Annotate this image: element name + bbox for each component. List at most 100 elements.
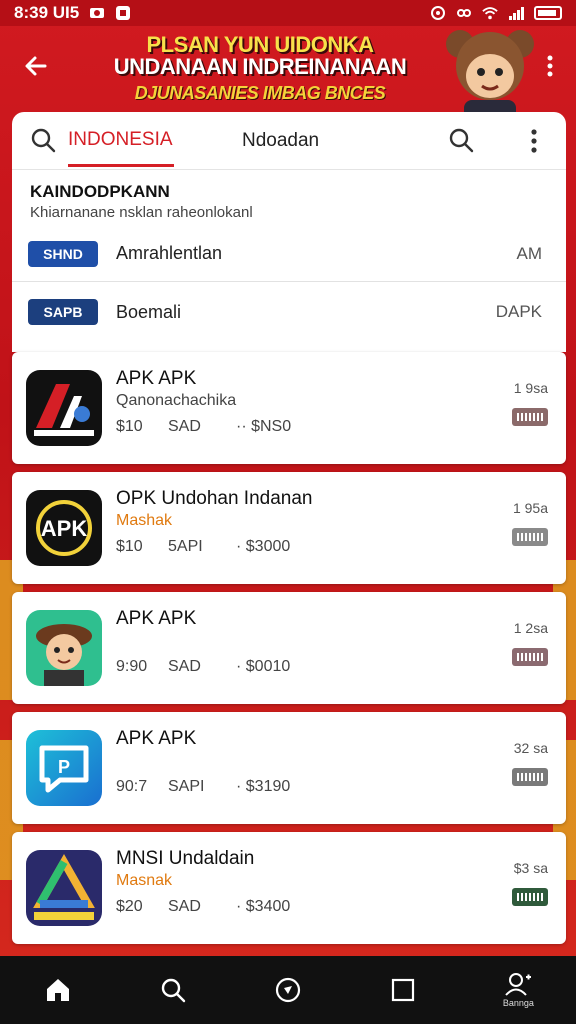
app-card[interactable]: P APK APK 90:7 SAPI · $3190 32 sa — [12, 712, 566, 824]
search-icon[interactable] — [448, 127, 474, 158]
app-title: APK APK — [116, 608, 197, 629]
app-meta: $20 SAD · $3400 — [116, 898, 290, 916]
app-meta: $10 SAD ·· $NS0 — [116, 418, 291, 436]
drive-logo-icon — [26, 850, 102, 926]
category-code: DAPK — [495, 302, 542, 321]
app-title: MNSI Undaldain — [116, 848, 255, 869]
app-price: $10 — [116, 418, 143, 435]
app-size: · $0010 — [236, 658, 291, 675]
chat-bubble-icon: P — [26, 730, 102, 806]
app-subtitle: Masnak — [116, 872, 173, 889]
banner-line-3: DJUNASANIES IMBAG BNCES — [134, 83, 386, 103]
app-type: SAD — [168, 418, 201, 435]
app-size: · $3190 — [236, 778, 291, 795]
app-type: SAPI — [168, 778, 205, 795]
nav-recents[interactable] — [373, 960, 433, 1020]
app-card[interactable]: APK APK 9:90 SAD · $0010 1 2sa — [12, 592, 566, 704]
home-icon — [46, 979, 69, 1001]
app-version: 1 95a — [512, 500, 548, 516]
barcode-icon — [517, 413, 543, 421]
square-icon — [392, 978, 415, 1002]
alarm-icon — [430, 5, 446, 21]
category-name: Boemali — [116, 301, 182, 322]
nav-search[interactable] — [143, 960, 203, 1020]
section-subtitle: Khiarnanane nsklan raheonlokanl — [30, 204, 253, 221]
app-price: $10 — [116, 538, 143, 555]
app-version: 1 9sa — [513, 380, 548, 396]
tab-ndoadan[interactable]: Ndoadan — [242, 130, 319, 152]
signal-icon — [508, 5, 524, 21]
bottom-navigation: Bannga — [0, 956, 576, 1024]
search-icon[interactable] — [30, 127, 56, 158]
barcode-icon — [517, 893, 543, 901]
app-card[interactable]: APK APK Qanonachachika $10 SAD ·· $NS0 1… — [12, 352, 566, 464]
app-version: $3 sa — [513, 860, 548, 876]
category-row[interactable]: SAPB Boemali DAPK — [12, 284, 566, 340]
nav-home[interactable] — [28, 960, 88, 1020]
download-tag[interactable] — [512, 528, 548, 546]
nav-location[interactable] — [258, 960, 318, 1020]
banner-line-2: UNDANAAN INDREINANAAN — [113, 54, 407, 79]
app-meta: 90:7 SAPI · $3190 — [116, 778, 290, 796]
app-price: $20 — [116, 898, 143, 915]
mascot-icon — [446, 30, 534, 122]
app-icon — [115, 5, 131, 21]
download-tag[interactable] — [512, 408, 548, 426]
nav-profile[interactable]: Bannga — [488, 960, 548, 1020]
app-title: APK APK — [116, 728, 197, 749]
svg-text:APK: APK — [41, 516, 88, 541]
category-badge: SHND — [28, 240, 98, 267]
profile-icon — [505, 973, 532, 996]
back-button[interactable] — [18, 48, 54, 84]
barcode-icon — [517, 533, 543, 541]
battery-icon — [534, 6, 562, 20]
robot-logo-icon — [26, 370, 102, 446]
app-size: · $3400 — [236, 898, 291, 915]
mascot-icon — [26, 610, 102, 686]
app-title: APK APK — [116, 368, 197, 389]
link-icon — [456, 5, 472, 21]
barcode-icon — [517, 773, 543, 781]
app-type: 5API — [168, 538, 203, 555]
tab-bar: INDONESIA Ndoadan — [12, 112, 566, 170]
download-tag[interactable] — [512, 888, 548, 906]
category-badge: SAPB — [28, 299, 98, 325]
active-tab-indicator — [68, 164, 174, 167]
download-tag[interactable] — [512, 768, 548, 786]
more-vert-icon[interactable] — [526, 126, 542, 156]
app-size: ·· $NS0 — [236, 418, 292, 435]
category-row[interactable]: SHND Amrahlentlan AM — [12, 226, 566, 282]
app-type: SAD — [168, 898, 201, 915]
notification-icon — [89, 5, 105, 21]
app-title: OPK Undohan Indanan — [116, 488, 313, 509]
app-price: 90:7 — [116, 778, 148, 795]
app-version: 1 2sa — [513, 620, 548, 636]
arrow-left-icon — [25, 56, 47, 76]
status-bar: 8:39 UI5 — [0, 0, 576, 26]
status-time: 8:39 UI5 — [14, 3, 80, 22]
app-version: 32 sa — [513, 740, 548, 756]
app-meta: $10 5API · $3000 — [116, 538, 290, 556]
app-size: · $3000 — [236, 538, 291, 555]
search-icon — [161, 978, 185, 1003]
more-options-button[interactable] — [538, 48, 562, 84]
main-panel: INDONESIA Ndoadan KAINDODPKANN Khiarnana… — [12, 112, 566, 352]
app-type: SAD — [168, 658, 201, 675]
wifi-icon — [482, 5, 498, 21]
header-banner: PLSAN YUN UIDONKA UNDANAAN INDREINANAAN … — [0, 26, 576, 122]
section-title: KAINDODPKANN — [30, 182, 170, 201]
barcode-icon — [517, 653, 543, 661]
app-subtitle: Mashak — [116, 512, 173, 529]
app-meta: 9:90 SAD · $0010 — [116, 658, 290, 676]
more-vert-icon — [547, 55, 553, 77]
svg-text:P: P — [58, 757, 70, 777]
app-card[interactable]: APK OPK Undohan Indanan Mashak $10 5API … — [12, 472, 566, 584]
download-tag[interactable] — [512, 648, 548, 666]
nav-profile-label: Bannga — [502, 998, 534, 1008]
app-subtitle: Qanonachachika — [116, 392, 237, 409]
tab-indonesia[interactable]: INDONESIA — [68, 129, 173, 151]
apk-logo-icon: APK — [26, 490, 102, 566]
app-card[interactable]: MNSI Undaldain Masnak $20 SAD · $3400 $3… — [12, 832, 566, 944]
category-code: AM — [516, 243, 543, 263]
app-price: 9:90 — [116, 658, 148, 675]
